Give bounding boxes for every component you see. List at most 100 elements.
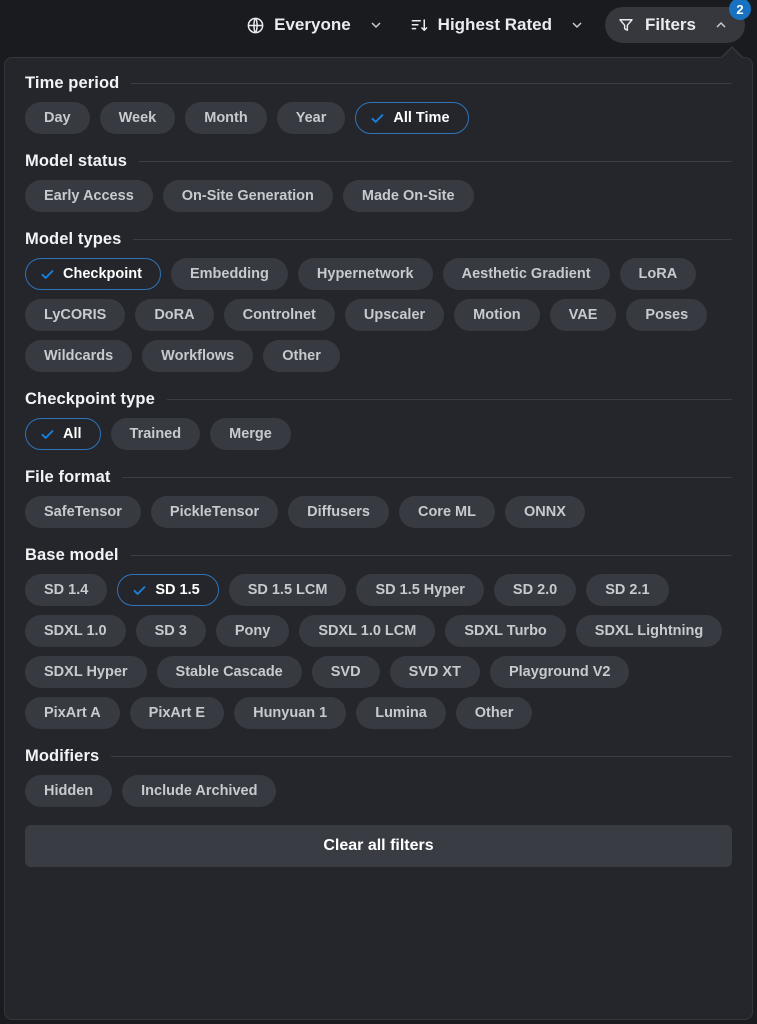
filter-chip[interactable]: LyCORIS bbox=[25, 299, 126, 331]
filter-chip[interactable]: Wildcards bbox=[25, 340, 133, 372]
filter-chip[interactable]: Diffusers bbox=[288, 496, 389, 528]
filter-sections: Time period Day Week Month Year All Time Model… bbox=[25, 74, 732, 807]
section-header: Time period bbox=[25, 74, 732, 93]
filter-chip-label: SD 1.5 LCM bbox=[247, 581, 328, 598]
filter-section: Checkpoint type All Trained Merge bbox=[25, 390, 732, 450]
chevron-up-icon bbox=[711, 15, 731, 35]
filter-chip[interactable]: SD 2.0 bbox=[493, 574, 577, 606]
filter-chip[interactable]: Stable Cascade bbox=[156, 656, 302, 688]
filter-chip-label: SVD XT bbox=[408, 663, 461, 680]
filter-chip-label: ONNX bbox=[523, 503, 566, 520]
filter-chip-label: SDXL Hyper bbox=[44, 663, 128, 680]
sort-dropdown[interactable]: Highest Rated bbox=[398, 7, 599, 43]
filter-chip-label: Diffusers bbox=[307, 503, 370, 520]
filter-chip[interactable]: On-Site Generation bbox=[162, 180, 333, 212]
filter-chip[interactable]: SD 1.5 LCM bbox=[228, 574, 347, 606]
filter-chip[interactable]: SVD XT bbox=[389, 656, 480, 688]
check-icon bbox=[370, 111, 385, 126]
filter-chip[interactable]: SVD bbox=[311, 656, 380, 688]
filter-chip[interactable]: Upscaler bbox=[344, 299, 445, 331]
filter-chip-label: Other bbox=[474, 704, 514, 721]
filter-chip[interactable]: Hypernetwork bbox=[297, 258, 433, 290]
filter-chip-label: SafeTensor bbox=[44, 503, 122, 520]
filter-chip[interactable]: SDXL Hyper bbox=[25, 656, 147, 688]
filter-chip-label: Wildcards bbox=[44, 347, 114, 364]
filter-chip-label: PixArt E bbox=[148, 704, 206, 721]
filter-chip[interactable]: Week bbox=[99, 102, 176, 134]
filter-chip-label: Stable Cascade bbox=[175, 663, 283, 680]
filter-chip[interactable]: Embedding bbox=[170, 258, 288, 290]
filter-chip[interactable]: All Time bbox=[355, 102, 469, 134]
filter-chip[interactable]: Lumina bbox=[356, 697, 446, 729]
filter-chip[interactable]: Made On-Site bbox=[342, 180, 474, 212]
filter-chip[interactable]: Workflows bbox=[142, 340, 254, 372]
filter-chip[interactable]: Hunyuan 1 bbox=[234, 697, 347, 729]
filter-chip-label: Lumina bbox=[375, 704, 427, 721]
audience-dropdown[interactable]: Everyone bbox=[234, 7, 398, 43]
filter-chip-label: SD 2.0 bbox=[512, 581, 558, 598]
filter-chip[interactable]: Day bbox=[25, 102, 90, 134]
filter-section: Modifiers Hidden Include Archived bbox=[25, 747, 732, 807]
filter-section: File format SafeTensor PickleTensor Diffuse… bbox=[25, 468, 732, 528]
section-header: Modifiers bbox=[25, 747, 732, 766]
filter-chip[interactable]: SDXL 1.0 bbox=[25, 615, 126, 647]
filter-chip[interactable]: ONNX bbox=[504, 496, 585, 528]
filter-chip-label: Checkpoint bbox=[63, 265, 142, 282]
filter-chip[interactable]: SDXL Turbo bbox=[445, 615, 566, 647]
filter-chip-label: All Time bbox=[393, 109, 450, 126]
section-divider bbox=[111, 756, 732, 757]
filter-chip[interactable]: SDXL Lightning bbox=[575, 615, 723, 647]
filter-chip-label: All bbox=[63, 425, 82, 442]
filter-chip[interactable]: All bbox=[25, 418, 101, 450]
filter-chip-label: Week bbox=[118, 109, 157, 126]
filter-chip[interactable]: SD 1.4 bbox=[25, 574, 108, 606]
filter-chip-label: Playground V2 bbox=[508, 663, 611, 680]
filter-chip[interactable]: Other bbox=[455, 697, 533, 729]
filter-chip[interactable]: Year bbox=[276, 102, 346, 134]
filter-chip[interactable]: SD 1.5 bbox=[117, 574, 219, 606]
filter-chip[interactable]: Other bbox=[263, 340, 340, 372]
filter-chip[interactable]: DoRA bbox=[135, 299, 214, 331]
filter-chip[interactable]: Early Access bbox=[25, 180, 153, 212]
filter-chip[interactable]: PixArt A bbox=[25, 697, 120, 729]
filter-chip-label: SVD bbox=[330, 663, 361, 680]
filter-chip[interactable]: SD 1.5 Hyper bbox=[356, 574, 484, 606]
filter-chip-label: Hidden bbox=[44, 782, 94, 799]
filter-chip[interactable]: Aesthetic Gradient bbox=[442, 258, 610, 290]
filter-chip-label: Embedding bbox=[189, 265, 269, 282]
filter-chip-label: On-Site Generation bbox=[181, 187, 314, 204]
audience-label: Everyone bbox=[274, 15, 351, 34]
filter-chip[interactable]: Include Archived bbox=[122, 775, 277, 807]
filter-chip[interactable]: Playground V2 bbox=[489, 656, 630, 688]
filters-button[interactable]: Filters 2 bbox=[604, 0, 751, 43]
filter-chip[interactable]: Trained bbox=[110, 418, 201, 450]
filter-chip[interactable]: SD 2.1 bbox=[586, 574, 669, 606]
filter-chip[interactable]: Pony bbox=[215, 615, 290, 647]
check-icon bbox=[40, 267, 55, 282]
filter-chip[interactable]: PixArt E bbox=[129, 697, 225, 729]
filter-chip[interactable]: VAE bbox=[549, 299, 617, 331]
filter-chip[interactable]: Merge bbox=[210, 418, 291, 450]
clear-all-filters-button[interactable]: Clear all filters bbox=[25, 825, 732, 867]
section-divider bbox=[139, 161, 732, 162]
filter-chip-label: VAE bbox=[568, 306, 598, 323]
filter-chip[interactable]: Motion bbox=[454, 299, 540, 331]
chip-group: Day Week Month Year All Time bbox=[25, 102, 732, 134]
filter-chip-label: DoRA bbox=[154, 306, 195, 323]
filter-chip-label: SDXL Turbo bbox=[464, 622, 547, 639]
filter-chip[interactable]: SafeTensor bbox=[25, 496, 141, 528]
filter-chip[interactable]: SD 3 bbox=[135, 615, 206, 647]
filter-chip[interactable]: Month bbox=[185, 102, 267, 134]
section-divider bbox=[166, 399, 732, 400]
filter-chip-label: Early Access bbox=[44, 187, 134, 204]
filter-chip[interactable]: Hidden bbox=[25, 775, 113, 807]
filters-panel: Time period Day Week Month Year All Time Model… bbox=[4, 57, 753, 1020]
filter-chip[interactable]: SDXL 1.0 LCM bbox=[299, 615, 436, 647]
filter-chip[interactable]: Controlnet bbox=[223, 299, 335, 331]
filter-chip[interactable]: Poses bbox=[626, 299, 708, 331]
filter-chip[interactable]: LoRA bbox=[619, 258, 697, 290]
filter-chip[interactable]: Core ML bbox=[398, 496, 495, 528]
filter-chip-label: SD 1.5 bbox=[155, 581, 200, 598]
filter-chip[interactable]: PickleTensor bbox=[150, 496, 279, 528]
filter-chip[interactable]: Checkpoint bbox=[25, 258, 161, 290]
